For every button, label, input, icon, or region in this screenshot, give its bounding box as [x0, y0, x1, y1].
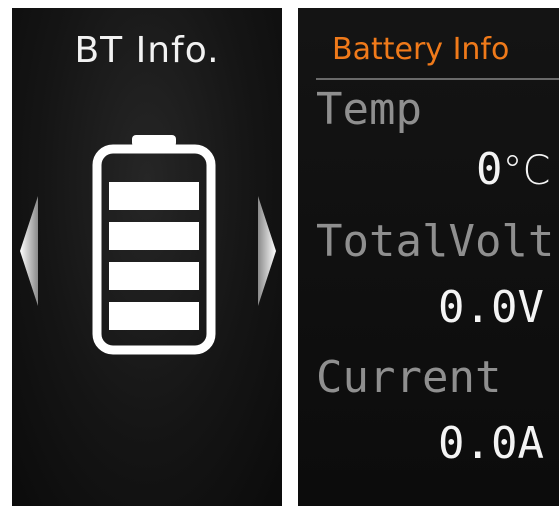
battery-info-header: Battery Info — [298, 22, 559, 80]
bt-info-screen: BT Info. — [12, 8, 282, 506]
temp-label: Temp — [316, 84, 422, 135]
battery-full-icon — [92, 135, 216, 355]
battery-info-title: Battery Info — [332, 32, 510, 67]
totalvolt-label: TotalVolt — [316, 216, 555, 267]
temp-unit: °C — [502, 148, 551, 194]
battery-info-screen: Battery Info Temp 0°C TotalVolt 0.0V Cur… — [298, 8, 559, 506]
current-label: Current — [316, 352, 502, 403]
chevron-right-icon[interactable] — [258, 196, 276, 306]
chevron-left-icon[interactable] — [20, 196, 38, 306]
temp-value: 0°C — [476, 144, 550, 195]
temp-number: 0 — [476, 144, 503, 195]
totalvolt-value: 0.0V — [438, 282, 544, 333]
screen-title: BT Info. — [74, 30, 220, 71]
header-divider — [316, 78, 559, 80]
current-value: 0.0A — [438, 418, 544, 469]
